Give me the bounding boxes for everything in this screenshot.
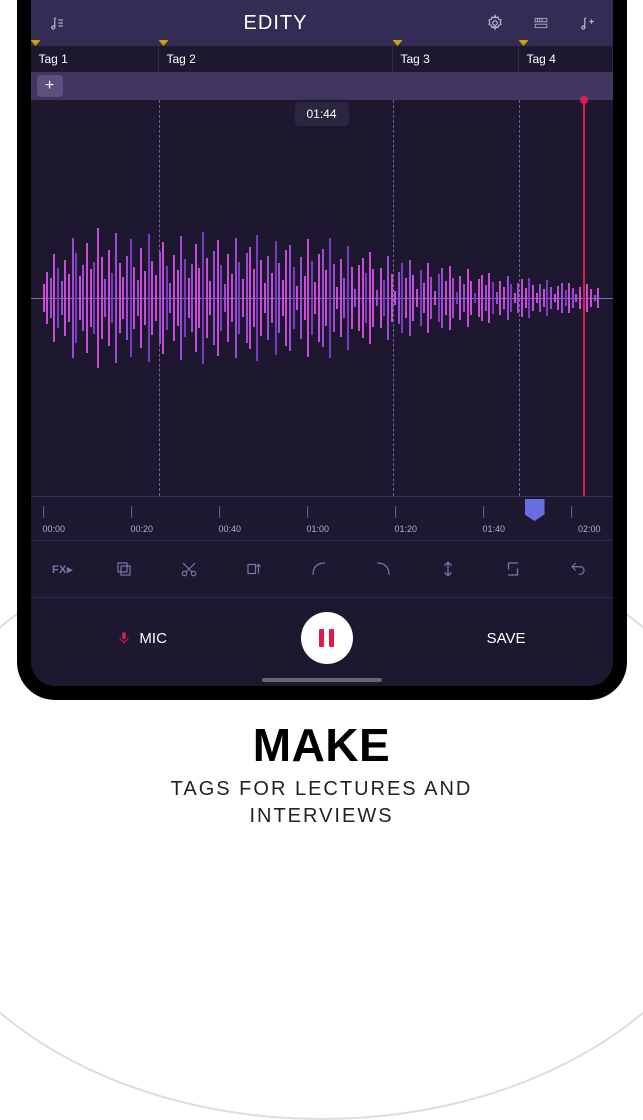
copy-icon[interactable] <box>115 560 139 578</box>
app-header: EDITY <box>31 0 613 46</box>
pause-button[interactable] <box>301 612 353 664</box>
device-frame: EDITY Tag 1 Tag 2 Tag 3 Tag 4 + 01:44 <box>17 0 627 700</box>
app-screen: EDITY Tag 1 Tag 2 Tag 3 Tag 4 + 01:44 <box>31 0 613 686</box>
split-icon[interactable] <box>439 560 463 578</box>
ruler-tick: 00:40 <box>219 524 307 534</box>
fade-in-icon[interactable] <box>310 560 334 578</box>
section-bar: + 01:44 <box>31 72 613 100</box>
mic-icon <box>117 629 131 647</box>
edit-toolbar: FX▸ <box>31 540 613 598</box>
timeline-ruler[interactable]: 00:00 00:20 00:40 01:00 01:20 01:40 02:0… <box>31 496 613 540</box>
mic-button[interactable]: MIC <box>117 629 167 647</box>
promo-text: MAKE TAGS FOR LECTURES AND INTERVIEWS <box>0 700 643 830</box>
mic-label: MIC <box>139 630 167 647</box>
tag[interactable]: Tag 1 <box>31 46 159 72</box>
home-indicator <box>262 678 382 682</box>
cut-icon[interactable] <box>180 560 204 578</box>
waveform-area[interactable] <box>31 100 613 496</box>
track-icon[interactable] <box>531 13 551 33</box>
pause-icon <box>319 629 334 647</box>
tag[interactable]: Tag 4 <box>519 46 613 72</box>
tag-label: Tag 2 <box>167 52 196 66</box>
ruler-tick: 02:00 <box>571 524 601 534</box>
tag-label: Tag 4 <box>527 52 556 66</box>
ruler-tick: 01:40 <box>483 524 571 534</box>
current-time-badge: 01:44 <box>294 102 348 126</box>
promo-sub-line: TAGS FOR LECTURES AND <box>171 778 473 800</box>
loop-marker-icon[interactable] <box>525 499 545 521</box>
ruler-tick: 01:20 <box>395 524 483 534</box>
gear-icon[interactable] <box>485 13 505 33</box>
promo-sub-line: INTERVIEWS <box>249 805 393 827</box>
save-button[interactable]: SAVE <box>487 630 526 647</box>
fade-out-icon[interactable] <box>374 560 398 578</box>
tag-label: Tag 3 <box>401 52 430 66</box>
app-title: EDITY <box>244 12 308 35</box>
add-note-icon[interactable] <box>577 13 597 33</box>
trim-icon[interactable] <box>245 560 269 578</box>
fx-button[interactable]: FX▸ <box>51 563 75 576</box>
ruler-tick: 01:00 <box>307 524 395 534</box>
tag[interactable]: Tag 3 <box>393 46 519 72</box>
tag-label: Tag 1 <box>39 52 68 66</box>
tags-row: Tag 1 Tag 2 Tag 3 Tag 4 <box>31 46 613 72</box>
playhead[interactable] <box>583 100 585 496</box>
reverse-icon[interactable] <box>504 560 528 578</box>
tag[interactable]: Tag 2 <box>159 46 393 72</box>
undo-icon[interactable] <box>569 560 593 578</box>
promo-title: MAKE <box>0 718 643 772</box>
note-settings-icon[interactable] <box>47 13 67 33</box>
transport-controls: MIC SAVE <box>31 598 613 678</box>
ruler-tick: 00:00 <box>43 524 131 534</box>
add-tag-button[interactable]: + <box>37 75 63 97</box>
ruler-tick: 00:20 <box>131 524 219 534</box>
